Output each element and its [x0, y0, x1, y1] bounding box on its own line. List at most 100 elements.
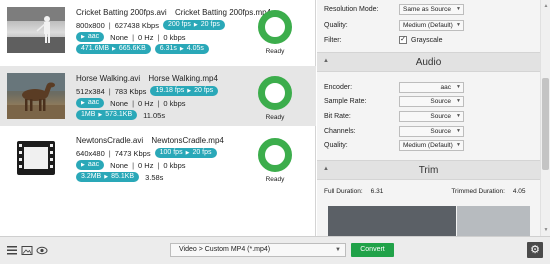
audio-freq-text: 0 Hz [138, 160, 154, 170]
audio-section-title: Audio [415, 57, 442, 68]
status-label: Ready [265, 114, 285, 121]
audio-quality-label: Quality: [324, 141, 348, 149]
resolution-text: 640x480 [76, 148, 105, 158]
chevron-down-icon: ▼ [456, 21, 461, 28]
output-filename: Cricket Batting 200fps.mp4 [174, 8, 271, 17]
fps-badge: 200 fps ▶ 20 fps [162, 20, 225, 30]
source-filename: Cricket Batting 200fps.avi [76, 8, 167, 17]
arrow-right-icon: ▶ [187, 88, 192, 94]
size-badge: 3.2MB ▶ 85.1KB [76, 172, 140, 182]
trim-selected-range[interactable] [328, 206, 456, 236]
resolution-mode-select[interactable]: Same as Source ▼ [399, 3, 464, 15]
chevron-down-icon: ▼ [456, 83, 461, 90]
duration-text: 3.58s [145, 172, 164, 182]
trim-info-row: Full Duration: 6.31 Trimmed Duration: 4.… [324, 188, 536, 195]
resolution-mode-label: Resolution Mode: [324, 5, 379, 13]
arrow-right-icon: ▶ [179, 46, 184, 52]
grayscale-checkbox[interactable]: ✓ [399, 36, 407, 44]
chevron-down-icon: ▼ [456, 141, 461, 148]
scrollbar-thumb[interactable] [542, 78, 549, 170]
bit-rate-row: Bit Rate: Source ▼ [324, 109, 534, 123]
audio-freq-text: 0 Hz [138, 98, 154, 108]
arrow-right-icon: ▶ [104, 174, 109, 180]
audio-bitrate-text: 0 kbps [163, 98, 186, 108]
video-quality-select[interactable]: Medium (Default) ▼ [399, 19, 464, 31]
filter-label: Filter: [324, 36, 342, 44]
ready-status-icon [258, 76, 292, 110]
size-badge: 471.6MB ▶ 665.6KB [76, 44, 151, 54]
settings-panel: Resolution Mode: Same as Source ▼ Qualit… [317, 0, 540, 236]
encoder-row: Encoder: aac ▼ [324, 80, 534, 94]
source-filename: Horse Walking.avi [76, 74, 141, 83]
trim-section-header[interactable]: ▲ Trim [317, 160, 540, 180]
sample-rate-row: Sample Rate: Source ▼ [324, 94, 534, 108]
scroll-down-icon[interactable]: ▼ [542, 226, 550, 234]
channels-row: Channels: Source ▼ [324, 124, 534, 138]
channels-label: Channels: [324, 127, 356, 135]
settings-scrollbar[interactable]: ▲ ▼ [540, 0, 550, 236]
bitrate-text: 627438 Kbps [114, 20, 159, 30]
list-view-icon[interactable] [6, 245, 18, 256]
encoder-label: Encoder: [324, 83, 353, 91]
chevron-down-icon: ▼ [456, 97, 461, 104]
app-window: Cricket Batting 200fps.avi Cricket Batti… [0, 0, 550, 264]
source-filename: NewtonsCradle.avi [76, 136, 144, 145]
trimmed-duration-label: Trimmed Duration: [451, 188, 505, 195]
chevron-down-icon: ▼ [456, 5, 461, 12]
audio-codec-badge: ▶ aac [76, 160, 105, 170]
audio-quality-select[interactable]: Medium (Default) ▼ [399, 139, 464, 151]
chevron-down-icon: ▼ [335, 247, 341, 253]
trim-unselected-range [457, 206, 530, 236]
file-row[interactable]: Horse Walking.avi Horse Walking.mp4 512x… [0, 66, 316, 126]
bit-rate-label: Bit Rate: [324, 112, 351, 120]
size-badge: 1MB ▶ 573.1KB [76, 110, 138, 120]
arrow-right-icon: ▶ [193, 22, 198, 28]
audio-channels-text: None [110, 160, 129, 170]
status-label: Ready [265, 48, 285, 55]
audio-bitrate-text: 0 kbps [163, 32, 186, 42]
scroll-up-icon[interactable]: ▲ [542, 2, 550, 10]
trim-timeline[interactable] [328, 206, 530, 236]
file-row[interactable]: NewtonsCradle.avi NewtonsCradle.mp4 640x… [0, 128, 316, 188]
bitrate-text: 7473 Kbps [114, 148, 151, 158]
gear-icon[interactable]: ⚙ [527, 242, 543, 258]
chevron-down-icon: ▼ [456, 127, 461, 134]
film-icon [7, 135, 65, 181]
horse-thumbnail [7, 73, 65, 119]
convert-button[interactable]: Convert [351, 243, 394, 257]
cricket-thumbnail [7, 7, 65, 53]
audio-codec-badge: ▶ aac [76, 32, 105, 42]
image-view-icon[interactable] [21, 245, 33, 256]
trim-section-title: Trim [418, 165, 439, 176]
bitrate-text: 783 Kbps [114, 86, 147, 96]
trimmed-duration-value: 4.05 [512, 188, 526, 195]
full-duration-value: 6.31 [370, 188, 384, 195]
arrow-right-icon: ▶ [98, 112, 103, 118]
fps-badge: 100 fps ▶ 20 fps [154, 148, 217, 158]
audio-quality-row: Quality: Medium (Default) ▼ [324, 138, 534, 152]
output-filename: Horse Walking.mp4 [148, 74, 218, 83]
file-row[interactable]: Cricket Batting 200fps.avi Cricket Batti… [0, 0, 316, 60]
arrow-right-icon: ▶ [81, 100, 85, 106]
fps-badge: 19.18 fps ▶ 20 fps [150, 86, 219, 96]
arrow-right-icon: ▶ [81, 162, 85, 168]
audio-codec-badge: ▶ aac [76, 98, 105, 108]
arrow-right-icon: ▶ [81, 34, 85, 40]
audio-channels-text: None [110, 32, 129, 42]
sample-rate-select[interactable]: Source ▼ [399, 95, 464, 107]
video-quality-row: Quality: Medium (Default) ▼ [324, 18, 534, 32]
encoder-select[interactable]: aac ▼ [399, 81, 464, 93]
audio-section-header[interactable]: ▲ Audio [317, 52, 540, 72]
chevron-down-icon: ▼ [456, 112, 461, 119]
arrow-right-icon: ▶ [112, 46, 116, 52]
bit-rate-select[interactable]: Source ▼ [399, 110, 464, 122]
audio-bitrate-text: 0 kbps [163, 160, 186, 170]
ready-status-icon [258, 138, 292, 172]
channels-select[interactable]: Source ▼ [399, 125, 464, 137]
eye-icon[interactable] [36, 245, 48, 256]
ready-status-icon [258, 10, 292, 44]
output-format-select[interactable]: Video > Custom MP4 (*.mp4) ▼ [170, 243, 346, 257]
file-list: Cricket Batting 200fps.avi Cricket Batti… [0, 0, 316, 236]
output-filename: NewtonsCradle.mp4 [151, 136, 224, 145]
resolution-text: 512x384 [76, 86, 105, 96]
